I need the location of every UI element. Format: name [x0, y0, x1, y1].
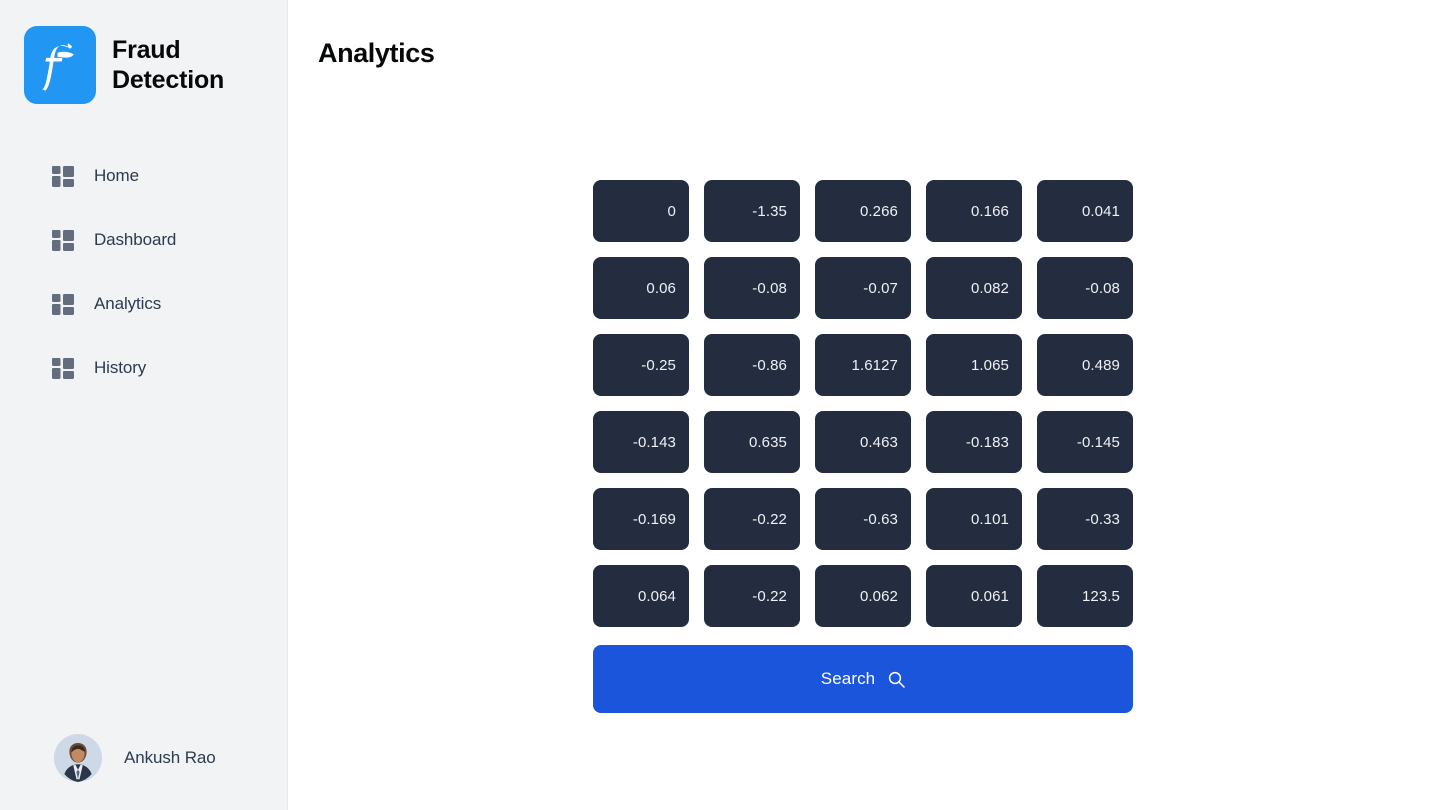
cell-value: 1.065	[970, 356, 1009, 374]
cell-value: -0.86	[752, 356, 787, 374]
cell-value: -0.169	[632, 510, 676, 528]
cell-value: 1.6127	[851, 356, 898, 374]
cell-value: 0.489	[1081, 356, 1120, 374]
cell-value: -0.08	[1085, 279, 1120, 297]
sidebar-item-dashboard[interactable]: Dashboard	[0, 220, 287, 260]
cell-value: 0.635	[748, 433, 787, 451]
grid-cell[interactable]: 0.266	[815, 180, 911, 242]
grid-cell[interactable]: -0.86	[704, 334, 800, 396]
user-photo-avatar	[54, 734, 102, 782]
cell-value: -1.35	[752, 202, 787, 220]
grid-cell[interactable]: 1.065	[926, 334, 1022, 396]
page-title: Analytics	[318, 38, 435, 68]
grid-cell[interactable]: 0.101	[926, 488, 1022, 550]
user-name: Ankush Rao	[124, 748, 216, 767]
grid-dashboard-icon	[52, 229, 74, 251]
grid-cell[interactable]: 0.082	[926, 257, 1022, 319]
sidebar-item-history[interactable]: History	[0, 348, 287, 388]
grid-cell[interactable]: -0.25	[593, 334, 689, 396]
grid-cell[interactable]: -0.143	[593, 411, 689, 473]
search-button[interactable]: Search	[593, 645, 1133, 713]
grid-cell[interactable]: 0.062	[815, 565, 911, 627]
grid-cell[interactable]: -0.145	[1037, 411, 1133, 473]
cell-value: 0.062	[859, 587, 898, 605]
grid-cell[interactable]: 0.166	[926, 180, 1022, 242]
grid-cell[interactable]: -0.08	[1037, 257, 1133, 319]
cell-value: 0.06	[646, 279, 676, 297]
sidebar-item-analytics[interactable]: Analytics	[0, 284, 287, 324]
brand-header: Fraud Detection	[0, 0, 287, 104]
cell-value: -0.33	[1085, 510, 1120, 528]
grid-cell[interactable]: -1.35	[704, 180, 800, 242]
cell-value: -0.08	[752, 279, 787, 297]
cell-value: 0.463	[859, 433, 898, 451]
cell-value: -0.07	[863, 279, 898, 297]
sidebar-item-label: History	[94, 358, 147, 377]
grid-cell[interactable]: 1.6127	[815, 334, 911, 396]
grid-cell[interactable]: 0.06	[593, 257, 689, 319]
sidebar-nav: Home Dashboard Analytics History	[0, 156, 287, 388]
sidebar: Fraud Detection Home Dashboard Analytics…	[0, 0, 288, 810]
cell-value: 0	[667, 202, 676, 220]
grid-cell[interactable]: -0.63	[815, 488, 911, 550]
grid-cell[interactable]: -0.22	[704, 488, 800, 550]
search-magnifier-icon	[888, 671, 905, 688]
grid-cell[interactable]: -0.08	[704, 257, 800, 319]
grid-cell[interactable]: -0.183	[926, 411, 1022, 473]
cell-value: -0.25	[641, 356, 676, 374]
analytics-panel: 0 -1.35 0.266 0.166 0.041 0.06 -0.08 -0.…	[593, 180, 1133, 713]
main-content: Analytics 0 -1.35 0.266 0.166 0.041 0.06…	[288, 0, 1440, 810]
script-f-logo-icon	[24, 26, 96, 104]
grid-cell[interactable]: 0.061	[926, 565, 1022, 627]
grid-cell[interactable]: -0.169	[593, 488, 689, 550]
cell-value: 0.061	[970, 587, 1009, 605]
cell-value: 0.101	[970, 510, 1009, 528]
cell-value: 0.266	[859, 202, 898, 220]
grid-dashboard-icon	[52, 293, 74, 315]
cell-value: -0.22	[752, 510, 787, 528]
cell-value: -0.63	[863, 510, 898, 528]
grid-cell[interactable]: 0.635	[704, 411, 800, 473]
grid-cell[interactable]: -0.07	[815, 257, 911, 319]
sidebar-item-label: Dashboard	[94, 230, 177, 249]
cell-value: 0.166	[970, 202, 1009, 220]
grid-cell[interactable]: -0.22	[704, 565, 800, 627]
brand-name: Fraud Detection	[112, 35, 225, 95]
cell-value: -0.143	[632, 433, 676, 451]
sidebar-item-home[interactable]: Home	[0, 156, 287, 196]
feature-value-grid: 0 -1.35 0.266 0.166 0.041 0.06 -0.08 -0.…	[593, 180, 1133, 627]
app-root: Fraud Detection Home Dashboard Analytics…	[0, 0, 1440, 810]
cell-value: -0.145	[1076, 433, 1120, 451]
cell-value: 0.064	[637, 587, 676, 605]
grid-cell[interactable]: 0	[593, 180, 689, 242]
grid-cell[interactable]: 0.041	[1037, 180, 1133, 242]
grid-cell[interactable]: 0.064	[593, 565, 689, 627]
sidebar-item-label: Home	[94, 166, 139, 185]
user-profile[interactable]: Ankush Rao	[54, 734, 216, 782]
grid-cell[interactable]: 0.489	[1037, 334, 1133, 396]
cell-value: -0.22	[752, 587, 787, 605]
cell-value: 0.041	[1081, 202, 1120, 220]
grid-dashboard-icon	[52, 357, 74, 379]
cell-value: -0.183	[965, 433, 1009, 451]
grid-cell[interactable]: 0.463	[815, 411, 911, 473]
grid-cell[interactable]: 123.5	[1037, 565, 1133, 627]
cell-value: 0.082	[970, 279, 1009, 297]
grid-cell[interactable]: -0.33	[1037, 488, 1133, 550]
grid-dashboard-icon	[52, 165, 74, 187]
cell-value: 123.5	[1081, 587, 1120, 605]
sidebar-item-label: Analytics	[94, 294, 162, 313]
search-button-label: Search	[820, 669, 876, 688]
